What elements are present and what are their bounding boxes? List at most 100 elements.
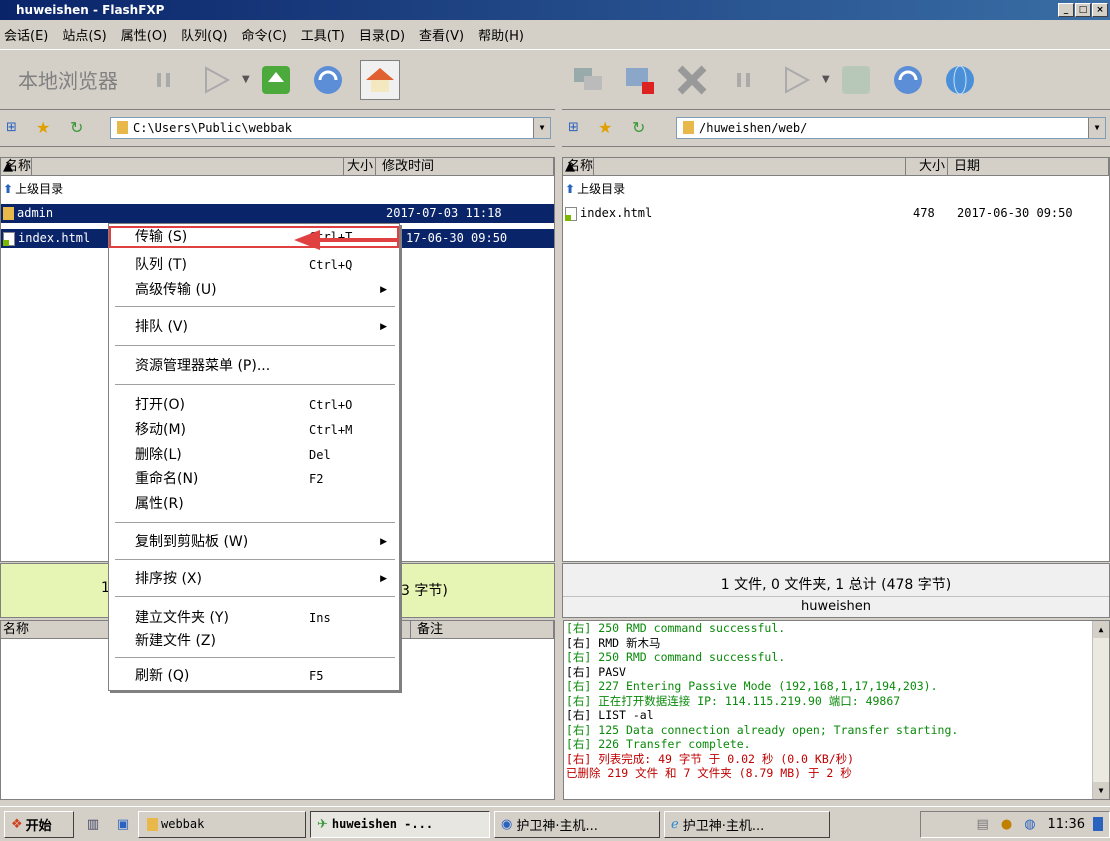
- menu-separator: [115, 596, 395, 597]
- menu-item-refresh[interactable]: 刷新 (Q) F5: [109, 665, 399, 687]
- col-modified[interactable]: 修改时间: [376, 158, 554, 176]
- col-name-right[interactable]: 名称 ▲: [563, 158, 906, 176]
- local-path-input[interactable]: C:\Users\Public\webbak ▼: [110, 117, 551, 139]
- remote-file-list[interactable]: 名称 ▲ 大小 日期 ⬆ 上级目录 index.html 478 2017-06-30…: [562, 157, 1110, 562]
- menu-item-create-folder[interactable]: 建立文件夹 (Y) Ins: [109, 607, 399, 629]
- menu-item-new-file[interactable]: 新建文件 (Z): [109, 630, 399, 652]
- scroll-up-icon[interactable]: ▲: [1093, 621, 1109, 638]
- parent-dir-row[interactable]: ⬆ 上级目录: [1, 180, 554, 199]
- log-line: [右] 列表完成: 49 字节 于 0.02 秒 (0.0 KB/秒): [566, 751, 855, 766]
- tray-app-icon[interactable]: ●: [1001, 817, 1012, 832]
- dropdown-icon[interactable]: ▼: [242, 74, 250, 85]
- left-toolbar: 本地浏览器 ▼: [0, 50, 555, 110]
- menu-item-advanced-transfer[interactable]: 高级传输 (U) ▶: [109, 279, 399, 301]
- connect-icon[interactable]: [568, 60, 608, 100]
- taskbar-item-flashfxp[interactable]: ✈ huweishen -...: [310, 810, 490, 838]
- col-size-right[interactable]: 大小: [906, 158, 948, 176]
- show-desktop-icon[interactable]: [1093, 817, 1103, 831]
- menu-properties[interactable]: 属性(O): [121, 25, 167, 44]
- menu-separator: [115, 384, 395, 385]
- menu-item-rename[interactable]: 重命名(N) F2: [109, 468, 399, 490]
- up-dir-icon[interactable]: ↻: [70, 118, 83, 137]
- col-name[interactable]: 名称 ▲: [1, 158, 344, 176]
- disconnect-icon[interactable]: [620, 60, 660, 100]
- dropdown-icon-right[interactable]: ▼: [822, 74, 830, 85]
- col-date-right[interactable]: 日期: [948, 158, 1109, 176]
- folder-icon-right: [683, 121, 694, 134]
- up-dir-icon-right[interactable]: ↻: [632, 118, 645, 137]
- refresh-icon[interactable]: [308, 60, 348, 100]
- globe-icon[interactable]: [940, 60, 980, 100]
- printer-icon[interactable]: ▤: [977, 817, 989, 832]
- log-line: [右] 正在打开数据连接 IP: 114.115.219.90 端口: 4986…: [566, 693, 901, 708]
- menu-session[interactable]: 会话(E): [4, 25, 48, 44]
- network-tray-icon[interactable]: ◍: [1024, 817, 1035, 832]
- transfer-icon[interactable]: [196, 60, 236, 100]
- transfer-icon-right[interactable]: [776, 60, 816, 100]
- log-line: [右] 226 Transfer complete.: [566, 737, 751, 751]
- scroll-down-icon[interactable]: ▼: [1093, 782, 1109, 799]
- menu-help[interactable]: 帮助(H): [478, 25, 524, 44]
- menu-item-copy-clipboard[interactable]: 复制到剪贴板 (W) ▶: [109, 531, 399, 553]
- minimize-button[interactable]: _: [1058, 3, 1074, 17]
- menu-commands[interactable]: 命令(C): [242, 25, 287, 44]
- abort-icon[interactable]: [672, 60, 712, 100]
- file-row[interactable]: admin 2017-07-03 11:18: [1, 204, 554, 223]
- pause-icon[interactable]: [144, 60, 184, 100]
- home-icon[interactable]: [359, 59, 400, 100]
- menu-item-explorer-menu[interactable]: 资源管理器菜单 (P)...: [109, 355, 399, 377]
- menu-directory[interactable]: 目录(D): [359, 25, 405, 44]
- log-scrollbar[interactable]: ▲ ▼: [1092, 621, 1109, 799]
- up-arrow-icon: ⬆: [3, 182, 14, 196]
- server-manager-icon[interactable]: ▥: [78, 817, 108, 832]
- windows-logo-icon: ❖: [11, 816, 23, 832]
- path-dropdown-icon[interactable]: ▼: [533, 118, 550, 138]
- remote-list-header: 名称 ▲ 大小 日期: [563, 158, 1109, 176]
- taskbar-item-webbak[interactable]: webbak: [138, 810, 306, 838]
- file-row-right[interactable]: index.html 478 2017-06-30 09:50: [563, 204, 1109, 223]
- menu-item-queue[interactable]: 队列 (T) Ctrl+Q: [109, 254, 399, 276]
- menu-view[interactable]: 查看(V): [419, 25, 464, 44]
- taskbar-item-huweishen-1[interactable]: ◉ 护卫神·主机...: [494, 810, 660, 838]
- menu-item-properties[interactable]: 属性(R): [109, 493, 399, 515]
- log-line: [右] 250 RMD command successful.: [566, 621, 786, 635]
- close-button[interactable]: ×: [1092, 3, 1108, 17]
- taskbar-item-huweishen-2[interactable]: ℯ 护卫神·主机...: [664, 810, 830, 838]
- col-size[interactable]: 大小: [344, 158, 376, 176]
- menu-item-enqueue[interactable]: 排队 (V) ▶: [109, 316, 399, 338]
- annotation-arrow-icon: [294, 230, 398, 250]
- powershell-icon[interactable]: ▣: [108, 817, 138, 832]
- menu-item-delete[interactable]: 删除(L) Del: [109, 444, 399, 466]
- remote-path-input[interactable]: /huweishen/web/ ▼: [676, 117, 1106, 139]
- remote-path-dropdown-icon[interactable]: ▼: [1088, 118, 1105, 138]
- menu-item-move[interactable]: 移动(M) Ctrl+M: [109, 419, 399, 441]
- maximize-button[interactable]: □: [1075, 3, 1091, 17]
- clock[interactable]: 11:36: [1048, 817, 1085, 832]
- folder-icon: [3, 207, 14, 220]
- menu-queue[interactable]: 队列(Q): [181, 25, 227, 44]
- favorite-star-icon-right[interactable]: ★: [598, 118, 612, 137]
- menu-item-sort-by[interactable]: 排序按 (X) ▶: [109, 568, 399, 590]
- network-icon-right[interactable]: ⊞: [568, 120, 579, 135]
- queue-col-note[interactable]: 备注: [411, 621, 554, 639]
- network-icon[interactable]: ⊞: [6, 120, 17, 135]
- pause-icon-right[interactable]: [724, 60, 764, 100]
- menu-sites[interactable]: 站点(S): [62, 25, 106, 44]
- left-pathbar: ⊞ ★ ↻ C:\Users\Public\webbak ▼: [0, 111, 555, 147]
- taskbar: ❖ 开始 ▥ ▣ webbak ✈ huweishen -... ◉ 护卫神·主机..…: [0, 806, 1110, 841]
- log-panel[interactable]: [右] 250 RMD command successful. [右] RMD …: [563, 620, 1110, 800]
- parent-dir-row-right[interactable]: ⬆ 上级目录: [563, 180, 1109, 199]
- menu-item-open[interactable]: 打开(O) Ctrl+O: [109, 394, 399, 416]
- shield-icon: ◉: [501, 816, 513, 832]
- refresh-sync-icon-right[interactable]: [836, 60, 876, 100]
- menu-tools[interactable]: 工具(T): [301, 25, 345, 44]
- refresh-sync-icon[interactable]: [256, 60, 296, 100]
- submenu-arrow-icon: ▶: [380, 537, 387, 547]
- log-line: [右] 125 Data connection already open; Tr…: [566, 722, 959, 737]
- log-line: 已删除 219 文件 和 7 文件夹 (8.79 MB) 于 2 秒: [566, 766, 852, 780]
- refresh-icon-right[interactable]: [888, 60, 928, 100]
- favorite-star-icon[interactable]: ★: [36, 118, 50, 137]
- menu-separator: [115, 559, 395, 560]
- submenu-arrow-icon: ▶: [380, 574, 387, 584]
- start-button[interactable]: ❖ 开始: [4, 810, 74, 838]
